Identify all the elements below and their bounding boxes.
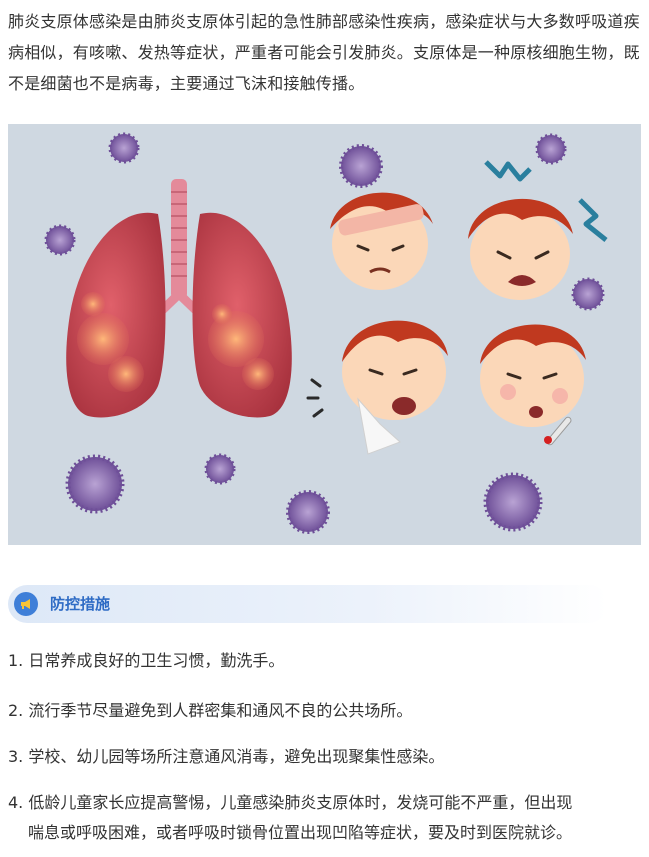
virus-particle: [286, 490, 330, 534]
child-headache-figure: [330, 192, 433, 290]
virus-particle: [571, 277, 605, 311]
section-header: 防控措施: [8, 585, 608, 623]
lung-infection-illustration: [8, 124, 641, 545]
child-fever-figure: [480, 324, 586, 446]
measure-text: 流行季节尽量避免到人群密集和通风不良的公共场所。: [28, 701, 413, 720]
measure-text-continued: 喘息或呼吸困难，或者呼吸时锁骨位置出现凹陷等症状，要及时到医院就诊。: [28, 823, 573, 842]
measure-item: 3. 学校、幼儿园等场所注意通风消毒，避免出现聚集性感染。: [8, 742, 644, 772]
measure-text: 学校、幼儿园等场所注意通风消毒，避免出现聚集性感染。: [28, 747, 445, 766]
measure-item: 1. 日常养成良好的卫生习惯，勤洗手。: [8, 646, 644, 676]
virus-particle: [535, 133, 567, 165]
virus-particle: [339, 144, 383, 188]
measure-text: 日常养成良好的卫生习惯，勤洗手。: [28, 651, 285, 670]
virus-particle: [108, 132, 140, 164]
virus-particle: [483, 472, 543, 532]
measure-item: 2. 流行季节尽量避免到人群密集和通风不良的公共场所。: [8, 696, 644, 726]
section-title: 防控措施: [50, 595, 111, 613]
megaphone-icon: [14, 592, 38, 616]
measure-number: 1.: [8, 651, 24, 670]
measure-item: 4. 低龄儿童家长应提高警惕，儿童感染肺炎支原体时，发烧可能不严重，但出现 喘息…: [8, 788, 644, 848]
intro-paragraph: 肺炎支原体感染是由肺炎支原体引起的急性肺部感染性疾病，感染症状与大多数呼吸道疾病…: [8, 12, 640, 93]
measure-text: 低龄儿童家长应提高警惕，儿童感染肺炎支原体时，发烧可能不严重，但出现: [28, 793, 573, 812]
child-sneezing-figure: [306, 320, 448, 455]
measure-number: 4.: [8, 793, 24, 812]
virus-particle: [204, 453, 236, 485]
measure-number: 3.: [8, 747, 24, 766]
measure-number: 2.: [8, 701, 24, 720]
virus-particle: [44, 224, 76, 256]
virus-particle: [65, 454, 125, 514]
